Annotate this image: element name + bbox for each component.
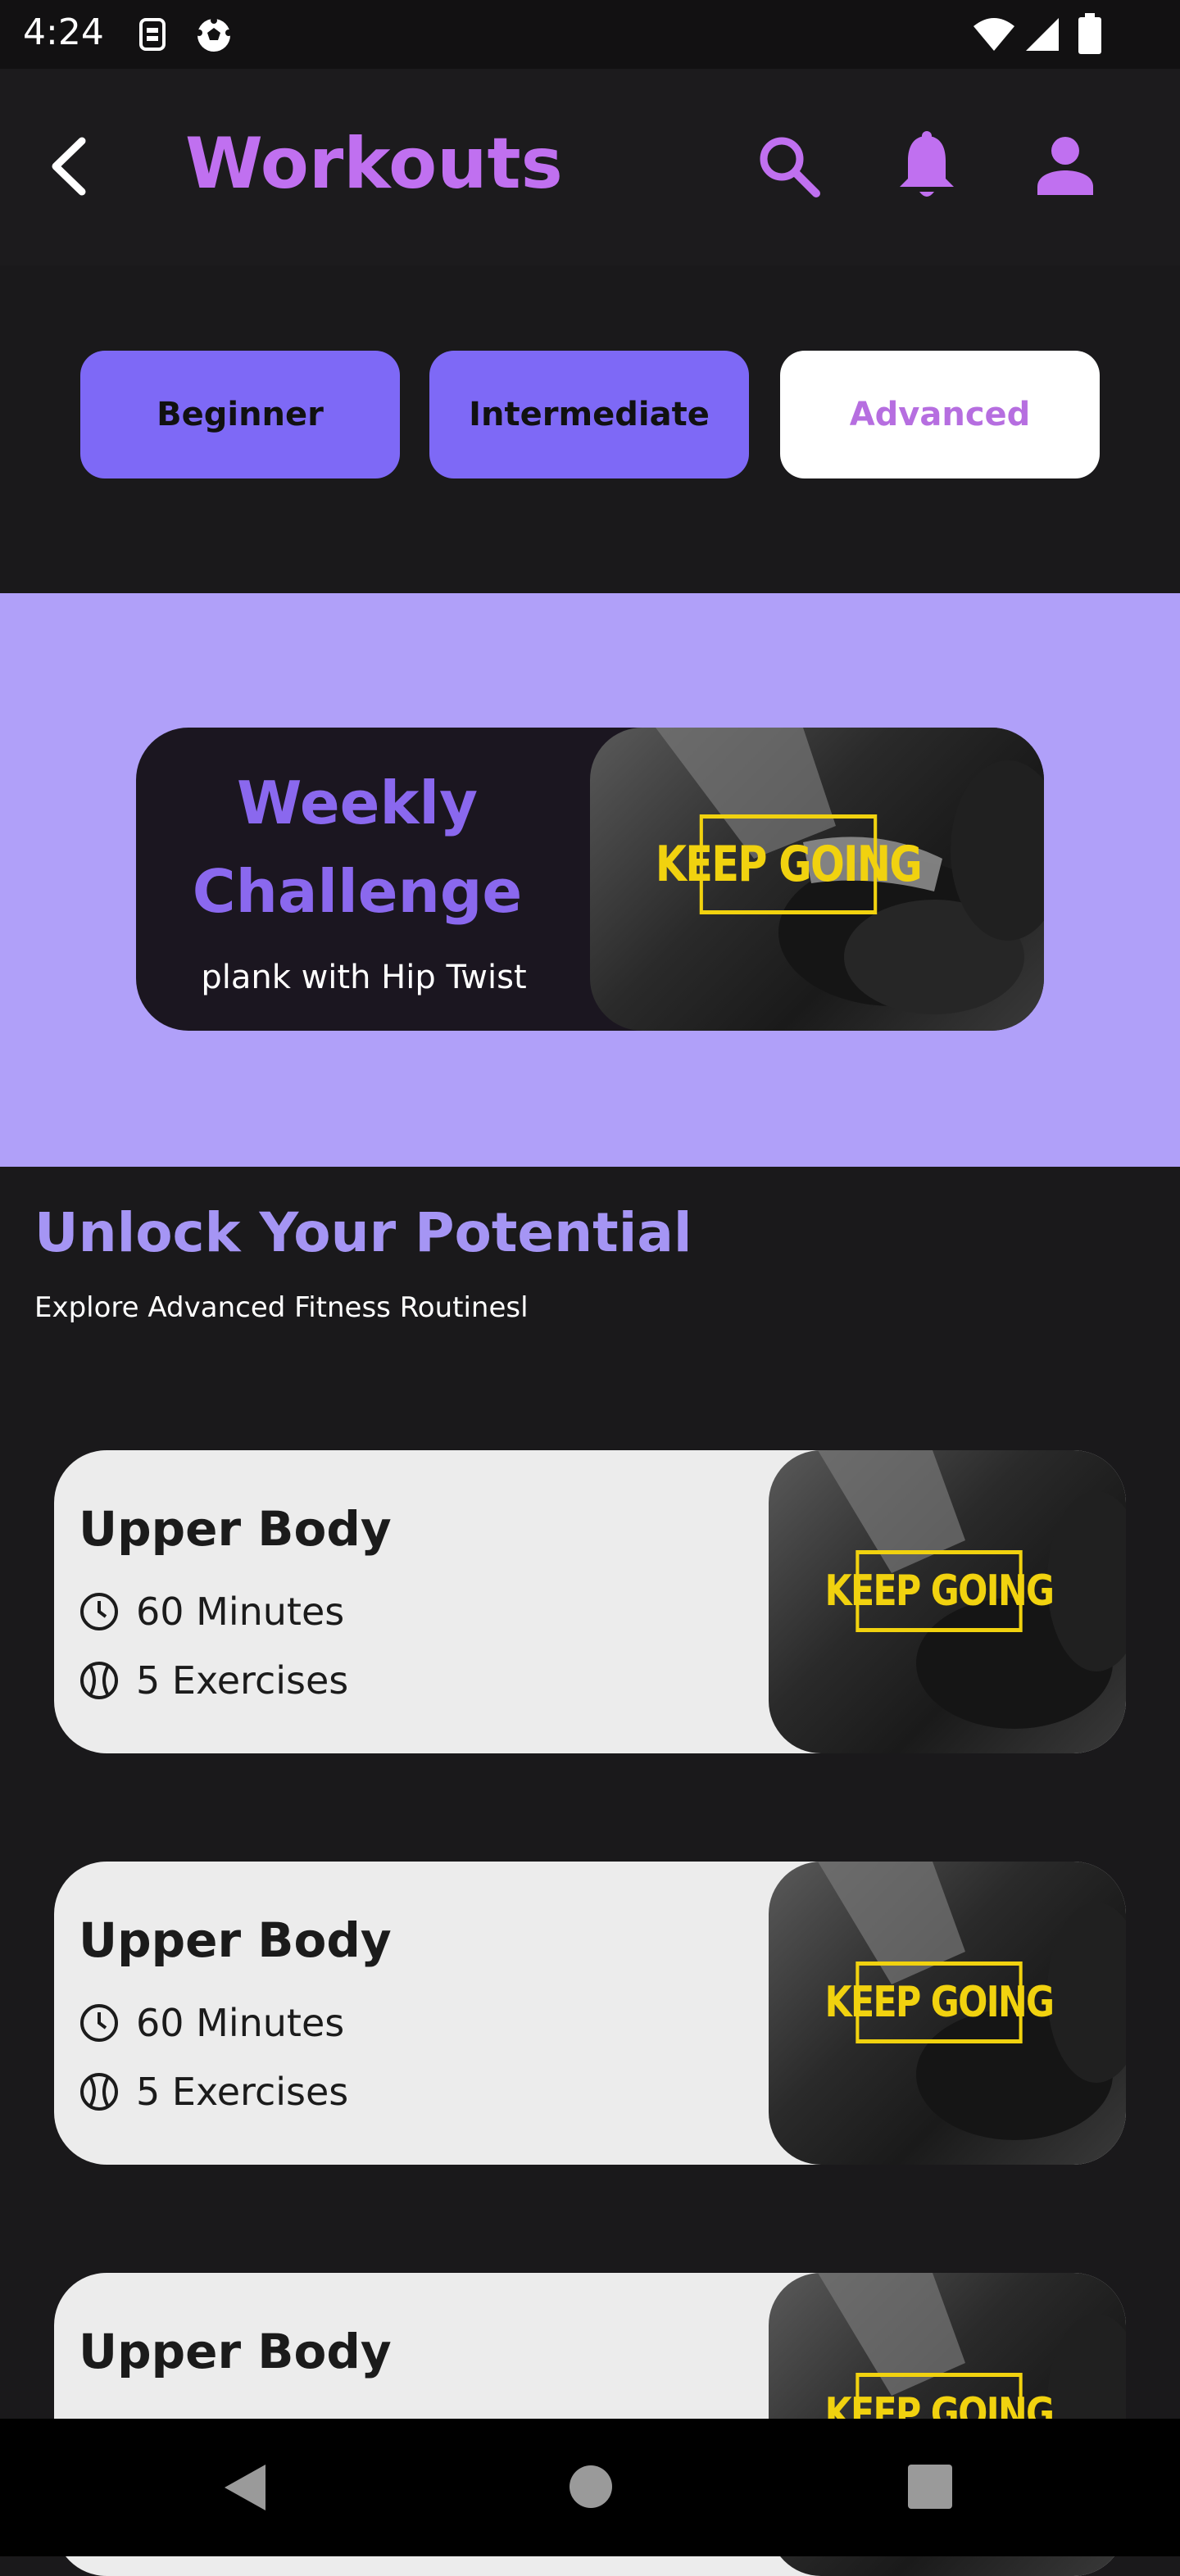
level-chip-beginner[interactable]: Beginner	[80, 351, 400, 478]
workout-title: Upper Body	[79, 1501, 392, 1557]
workout-card[interactable]: Upper Body 60 Minutes 5 Exercises KEEP G…	[54, 1450, 1126, 1753]
keep-going-sign: KEEP GOING	[825, 1550, 1055, 1632]
challenge-subtitle: plank with Hip Twist	[201, 959, 527, 996]
ball-icon	[80, 2073, 118, 2111]
challenge-title-line2: Challenge	[192, 857, 523, 926]
back-triangle-icon[interactable]	[221, 2461, 270, 2514]
keep-going-sign: KEEP GOING	[825, 1961, 1055, 2043]
workout-title: Upper Body	[79, 2324, 392, 2379]
level-chip-intermediate[interactable]: Intermediate	[429, 351, 749, 478]
workout-duration-label: 60 Minutes	[136, 2001, 345, 2045]
sim-icon	[139, 18, 166, 51]
section-subtitle: Explore Advanced Fitness Routinesl	[34, 1291, 529, 1324]
battery-icon	[1078, 13, 1101, 54]
person-icon[interactable]	[1034, 136, 1096, 195]
weekly-challenge-card[interactable]: Weekly Challenge plank with Hip Twist KE…	[136, 728, 1044, 1031]
workout-exercises: 5 Exercises	[79, 1658, 348, 1703]
challenge-title: Weekly Challenge	[136, 759, 579, 936]
back-arrow-icon[interactable]	[46, 136, 92, 197]
keep-going-sign: KEEP GOING	[656, 814, 923, 914]
wifi-icon	[974, 18, 1014, 51]
workout-duration-label: 60 Minutes	[136, 1590, 345, 1634]
level-chip-advanced[interactable]: Advanced	[780, 351, 1100, 478]
workout-exercises-label: 5 Exercises	[136, 1658, 349, 1703]
search-icon[interactable]	[757, 134, 821, 198]
page-title: Workouts	[185, 123, 563, 205]
workout-title: Upper Body	[79, 1912, 392, 1968]
workout-duration: 60 Minutes	[79, 1590, 344, 1634]
home-circle-icon[interactable]	[569, 2465, 613, 2509]
cell-signal-icon	[1026, 18, 1059, 51]
clock-icon	[80, 1593, 118, 1630]
workout-image: KEEP GOING	[769, 1862, 1126, 2165]
section-title: Unlock Your Potential	[34, 1201, 692, 1264]
soccer-ball-icon	[196, 17, 232, 52]
workout-exercises: 5 Exercises	[79, 2070, 348, 2114]
ball-icon	[80, 1662, 118, 1699]
recents-square-icon[interactable]	[908, 2465, 952, 2509]
system-nav-bar	[0, 2419, 1180, 2556]
clock-icon	[80, 2004, 118, 2042]
workout-exercises-label: 5 Exercises	[136, 2070, 349, 2114]
workout-duration: 60 Minutes	[79, 2001, 344, 2045]
challenge-title-line1: Weekly	[236, 769, 478, 837]
workout-image: KEEP GOING	[769, 1450, 1126, 1753]
workout-card[interactable]: Upper Body 60 Minutes 5 Exercises KEEP G…	[54, 1862, 1126, 2165]
app-bar	[0, 69, 1180, 265]
bell-icon[interactable]	[896, 131, 957, 202]
status-time: 4:24	[23, 11, 104, 53]
status-bar: 4:24	[0, 0, 1180, 69]
challenge-image: KEEP GOING	[590, 728, 1044, 1031]
